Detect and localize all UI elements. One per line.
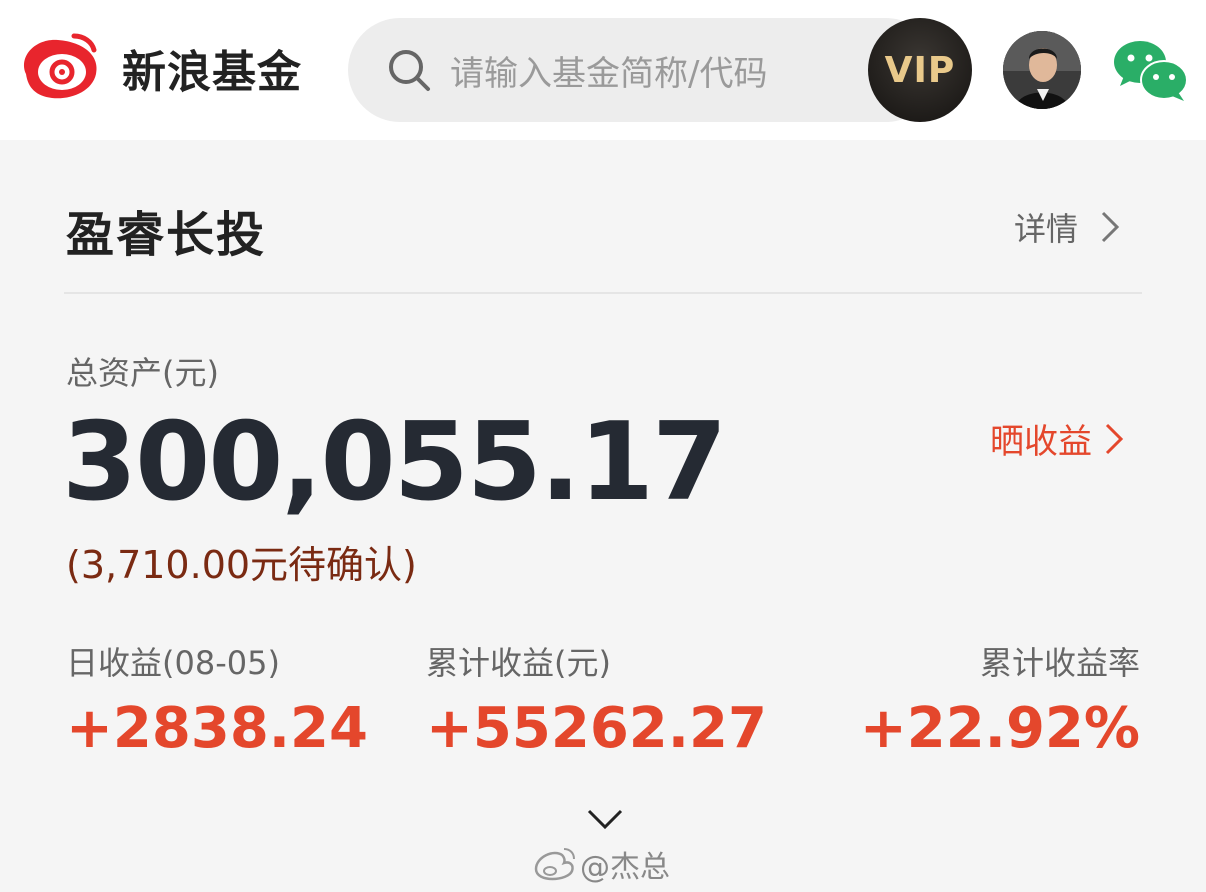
search-icon: [389, 50, 430, 91]
cumulative-return-label: 累计收益率: [979, 644, 1140, 682]
avatar[interactable]: [1003, 31, 1081, 109]
cumulative-earnings-label: 累计收益(元): [426, 644, 611, 682]
total-assets-label: 总资产(元): [66, 354, 219, 392]
chevron-right-icon: [1101, 211, 1120, 243]
pending-amount: (3,710.00元待确认): [66, 543, 417, 587]
daily-earnings-value: +2838.24: [66, 696, 368, 761]
wechat-icon[interactable]: [1112, 38, 1190, 104]
sina-logo-icon: [24, 33, 97, 99]
share-earnings-button[interactable]: 晒收益: [990, 414, 1124, 463]
watermark: @杰总: [530, 842, 670, 886]
search-input[interactable]: 请输入基金简称/代码: [348, 18, 938, 122]
divider: [64, 292, 1142, 294]
search-placeholder: 请输入基金简称/代码: [450, 53, 768, 94]
cumulative-earnings-value: +55262.27: [426, 696, 767, 761]
share-earnings-label: 晒收益: [990, 422, 1092, 462]
chevron-right-icon: [1105, 423, 1124, 454]
chevron-down-icon[interactable]: [587, 808, 623, 832]
watermark-text: @杰总: [580, 850, 670, 885]
fund-title: 盈睿长投: [66, 207, 267, 263]
weibo-icon: [534, 848, 575, 881]
daily-earnings-label: 日收益(08-05): [66, 644, 280, 682]
top-bar: 新浪基金 请输入基金简称/代码 VIP: [0, 0, 1206, 140]
vip-label: VIP: [884, 49, 956, 91]
brand-name: 新浪基金: [122, 47, 302, 98]
total-assets-value: 300,055.17: [62, 400, 727, 525]
detail-link[interactable]: 详情: [1014, 204, 1120, 250]
detail-label: 详情: [1014, 210, 1079, 248]
avatar-image: [1003, 31, 1081, 109]
cumulative-return-value: +22.92%: [859, 696, 1140, 761]
brand-logo[interactable]: 新浪基金: [14, 30, 302, 106]
vip-button[interactable]: VIP: [868, 18, 972, 122]
